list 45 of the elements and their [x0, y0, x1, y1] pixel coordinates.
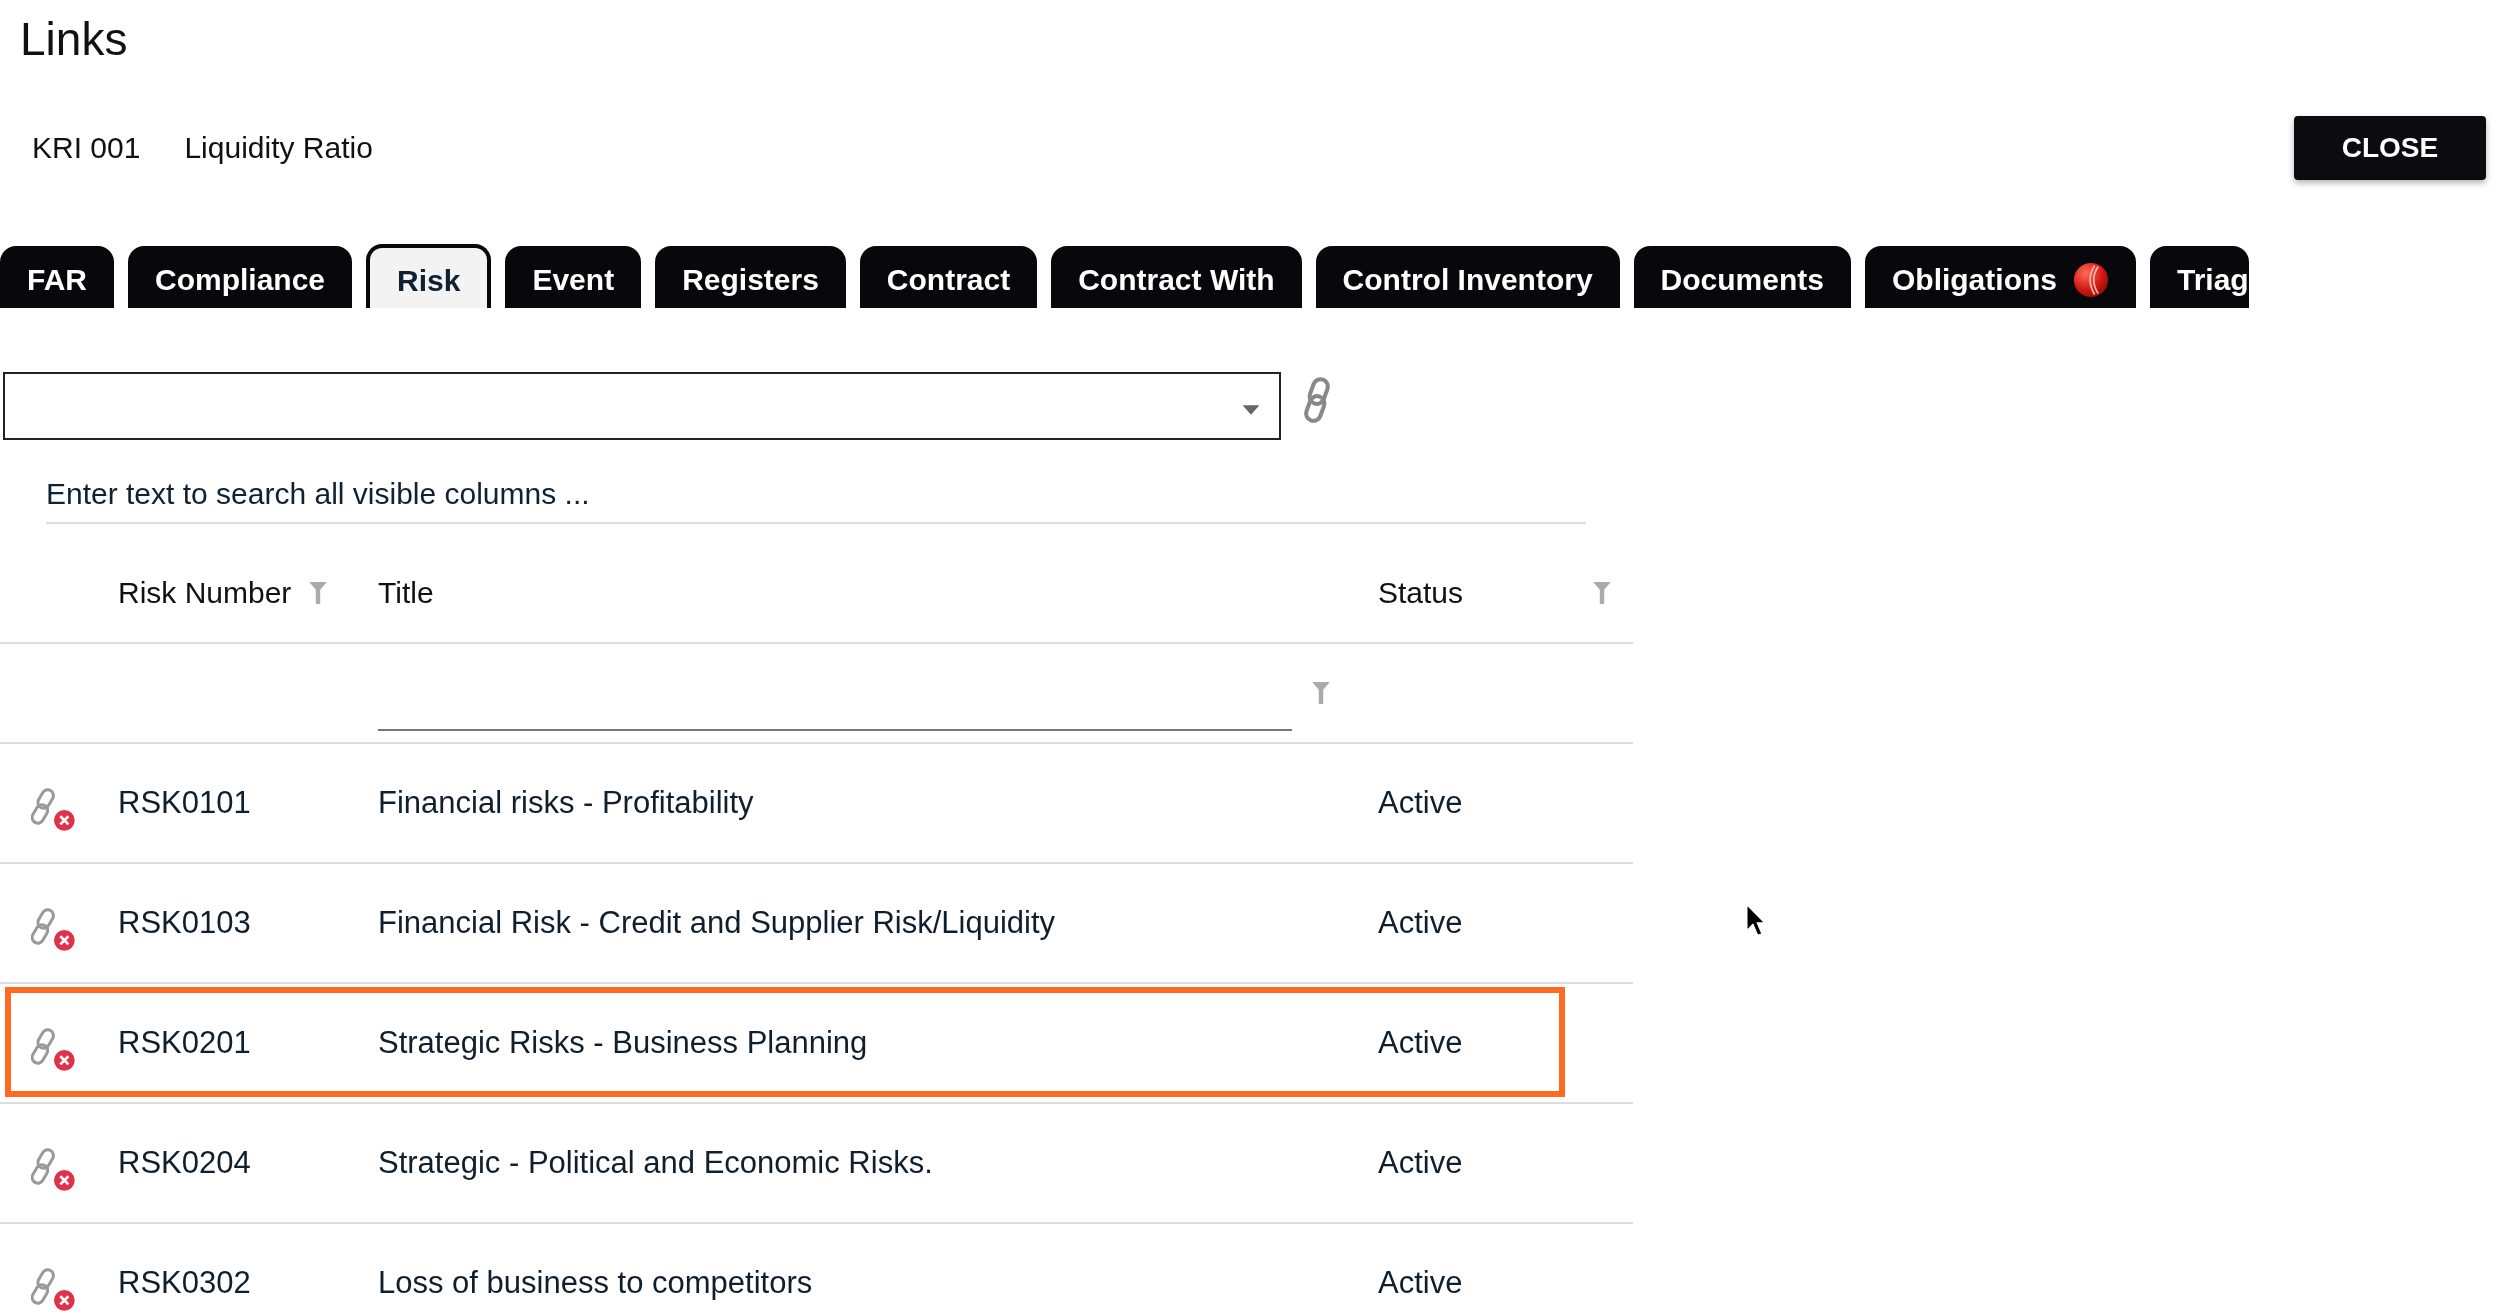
- table-cell-text: Loss of business to competitors: [378, 1265, 814, 1301]
- filter-icon[interactable]: [1593, 582, 1611, 604]
- tab[interactable]: Contract With: [1051, 246, 1302, 308]
- table-cell-text: RSK0201: [118, 1025, 252, 1061]
- table-cell-text: Active: [1378, 1025, 1464, 1061]
- column-header[interactable]: Status: [1378, 576, 1464, 610]
- table-cell-text: Active: [1378, 1265, 1464, 1301]
- table-cell-text: RSK0204: [118, 1145, 252, 1181]
- record-id: KRI 001: [32, 131, 141, 165]
- close-button[interactable]: CLOSE: [2294, 116, 2486, 180]
- dialog-title: Links: [19, 12, 129, 67]
- link-icon[interactable]: [1301, 376, 1333, 424]
- table-cell-text: Active: [1378, 905, 1464, 941]
- table-cell-text: Financial Risk - Credit and Supplier Risk/Liquidity: [378, 905, 1057, 941]
- column-header[interactable]: Title: [378, 576, 434, 610]
- filter-icon[interactable]: [1312, 682, 1330, 704]
- unlink-icon[interactable]: [31, 1147, 77, 1193]
- tab[interactable]: Obligations: [1864, 246, 2136, 308]
- unlink-icon[interactable]: [31, 907, 77, 953]
- column-header[interactable]: Risk Number: [118, 576, 292, 610]
- table-cell-text: RSK0103: [118, 905, 252, 941]
- tab[interactable]: Contract: [859, 246, 1038, 308]
- unlink-icon[interactable]: [31, 1027, 77, 1073]
- record-name: Liquidity Ratio: [184, 131, 373, 165]
- risk-dropdown[interactable]: [3, 372, 1281, 440]
- tab[interactable]: Registers: [655, 246, 846, 308]
- tab[interactable]: Compliance: [128, 246, 353, 308]
- tab[interactable]: Triag: [2149, 246, 2249, 308]
- tab[interactable]: Risk: [366, 244, 492, 308]
- caret-icon: [1241, 404, 1261, 416]
- ball-icon: [2072, 262, 2109, 298]
- tab[interactable]: Event: [505, 246, 642, 308]
- table-cell-text: RSK0302: [118, 1265, 252, 1301]
- table-cell-text: Strategic - Political and Economic Risks.: [378, 1145, 934, 1181]
- table-cell-text: Active: [1378, 1145, 1464, 1181]
- table-cell-text: RSK0101: [118, 785, 252, 821]
- table-cell-text: Strategic Risks - Business Planning: [378, 1025, 869, 1061]
- table-cell-text: Financial risks - Profitability: [378, 785, 755, 821]
- unlink-icon[interactable]: [31, 1267, 77, 1313]
- filter-icon[interactable]: [309, 582, 328, 604]
- tab[interactable]: Documents: [1633, 246, 1851, 308]
- table-cell-text: Active: [1378, 785, 1464, 821]
- tab[interactable]: FAR: [0, 246, 114, 308]
- tab[interactable]: Control Inventory: [1315, 246, 1620, 308]
- unlink-icon[interactable]: [31, 787, 77, 833]
